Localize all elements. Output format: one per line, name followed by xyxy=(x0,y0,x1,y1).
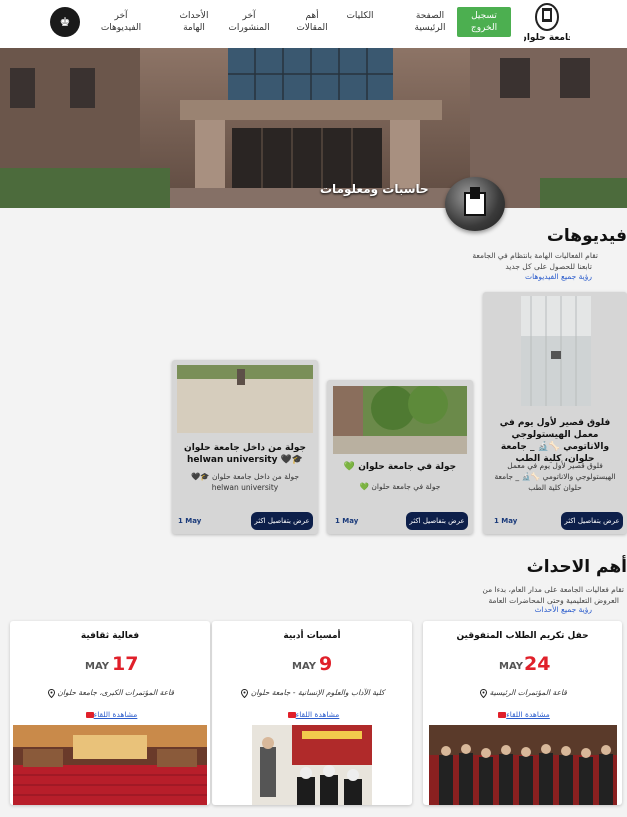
video-card[interactable]: جولة في جامعة حلوان 💚 جولة في جامعة حلوا… xyxy=(327,380,473,534)
location-pin-icon xyxy=(480,688,488,698)
events-section-title: أهم الاحداث xyxy=(526,557,627,577)
crown-icon[interactable]: ♚ xyxy=(50,7,80,37)
event-card[interactable]: فعالية ثقافية MAY 17 قاعة المؤتمرات الكب… xyxy=(10,621,210,805)
faculty-badge-icon xyxy=(445,177,505,231)
watch-meeting-link[interactable]: مشاهدة اللقاء xyxy=(212,710,412,719)
video-thumbnail[interactable] xyxy=(333,386,467,454)
event-card[interactable]: أمسيات أدبية MAY 9 كلية الآداب والعلوم ا… xyxy=(212,621,412,805)
university-logo[interactable]: جامعة حلوان xyxy=(519,2,575,44)
video-card-desc: جولة في جامعة حلوان 💚 xyxy=(359,482,441,491)
watch-meeting-text[interactable]: مشاهدة اللقاء xyxy=(94,710,138,719)
nav-item-videos[interactable]: آخر الفيديوهات xyxy=(98,10,144,34)
videos-desc-line1: تقام الفعاليات الهامة بانتظام في الجامعة xyxy=(472,251,598,260)
event-title: فعالية ثقافية xyxy=(80,631,140,641)
event-month: MAY xyxy=(85,661,109,672)
event-place: كلية الآداب والعلوم الإنسانية - جامعة حل… xyxy=(212,688,412,698)
video-thumbnail[interactable] xyxy=(177,365,313,433)
event-title: أمسيات أدبية xyxy=(283,631,341,641)
event-place-text: قاعة المؤتمرات الكبرى، جامعة حلوان xyxy=(57,688,174,697)
video-card-title: جولة من داخل جامعة حلوان 🎓🖤 helwan unive… xyxy=(184,443,306,465)
nav-item-home[interactable]: الصفحة الرئيسية xyxy=(412,10,448,34)
logout-button[interactable]: تسجيل الخروج xyxy=(457,7,511,37)
video-card[interactable]: فلوق قصير لأول يوم في معمل الهيستولوجي و… xyxy=(483,292,627,534)
video-details-button[interactable]: عرض بتفاصيل اكثر xyxy=(406,512,468,530)
event-day: 24 xyxy=(524,653,551,675)
event-day: 9 xyxy=(319,653,333,675)
video-card-date: 1 May xyxy=(335,517,359,525)
hero-banner: حاسبات ومعلومات xyxy=(0,48,627,208)
event-place: قاعة المؤتمرات الرئيسية xyxy=(423,688,622,698)
video-card-date: 1 May xyxy=(178,517,202,525)
video-card[interactable]: جولة من داخل جامعة حلوان 🎓🖤 helwan unive… xyxy=(172,360,318,534)
nav-item-colleges[interactable]: الكليات xyxy=(345,10,375,22)
videos-section-title: فيديوهات xyxy=(546,226,627,246)
video-card-title: فلوق قصير لأول يوم في معمل الهيستولوجي و… xyxy=(499,418,611,464)
video-card-title: جولة في جامعة حلوان 💚 xyxy=(343,462,457,472)
all-events-link[interactable]: رؤية جميع الأحداث xyxy=(470,605,592,614)
youtube-icon xyxy=(287,712,296,718)
hero-title: حاسبات ومعلومات xyxy=(320,182,429,196)
event-place-text: كلية الآداب والعلوم الإنسانية - جامعة حل… xyxy=(250,688,385,697)
nav-item-posts[interactable]: آخر المنشورات xyxy=(228,10,270,34)
youtube-icon xyxy=(498,712,507,718)
videos-desc-line2: تابعنا للحصول على كل جديد xyxy=(505,262,592,271)
watch-meeting-link[interactable]: مشاهدة اللقاء xyxy=(423,710,622,719)
nav-item-events[interactable]: الأحداث الهامة xyxy=(176,10,212,34)
watch-meeting-text[interactable]: مشاهدة اللقاء xyxy=(296,710,340,719)
events-desc-line1: تقام فعاليات الجامعة على مدار العام، بدء… xyxy=(482,585,624,594)
event-day: 17 xyxy=(112,653,139,675)
youtube-icon xyxy=(85,712,94,718)
top-navbar: جامعة حلوان تسجيل الخروج الصفحة الرئيسية… xyxy=(0,0,627,48)
event-title: حفل تكريم الطلاب المتفوقين xyxy=(456,631,589,641)
watch-meeting-link[interactable]: مشاهدة اللقاء xyxy=(10,710,210,719)
video-details-button[interactable]: عرض بتفاصيل اكثر xyxy=(251,512,313,530)
location-pin-icon xyxy=(48,688,56,698)
video-thumbnail[interactable] xyxy=(521,296,591,406)
event-image xyxy=(429,725,617,805)
event-card[interactable]: حفل تكريم الطلاب المتفوقين MAY 24 قاعة ا… xyxy=(423,621,622,805)
location-pin-icon xyxy=(241,688,249,698)
hero-building-image xyxy=(0,48,627,208)
all-videos-link[interactable]: رؤية جميع الفيديوهات xyxy=(470,272,592,281)
svg-text:جامعة حلوان: جامعة حلوان xyxy=(524,33,570,43)
video-card-date: 1 May xyxy=(494,517,518,525)
video-details-button[interactable]: عرض بتفاصيل اكثر xyxy=(561,512,623,530)
event-image xyxy=(252,725,372,805)
video-card-desc: فلوق قصير لأول يوم في معمل الهيستولوجي و… xyxy=(494,461,616,492)
event-image xyxy=(13,725,207,805)
nav-item-articles[interactable]: أهم المقالات xyxy=(295,10,329,34)
event-month: MAY xyxy=(292,661,316,672)
event-place: قاعة المؤتمرات الكبرى، جامعة حلوان xyxy=(10,688,210,698)
watch-meeting-text[interactable]: مشاهدة اللقاء xyxy=(506,710,550,719)
video-card-desc: جولة من داخل جامعة حلوان 🎓🖤 helwan unive… xyxy=(190,472,300,492)
event-place-text: قاعة المؤتمرات الرئيسية xyxy=(489,688,567,697)
event-month: MAY xyxy=(499,661,523,672)
